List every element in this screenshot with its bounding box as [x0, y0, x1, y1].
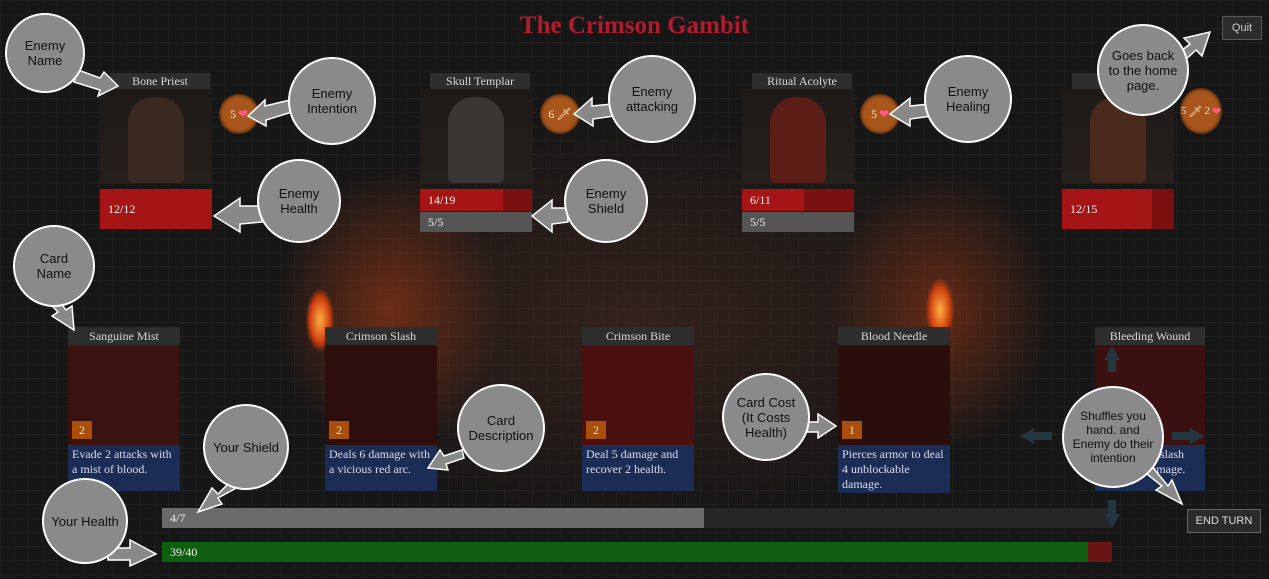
- enemy-name: Bone Priest: [110, 73, 210, 89]
- card-cost: 2: [72, 421, 92, 439]
- enemy-portrait: [420, 89, 532, 184]
- enemy-intent-badge: 5 ❤: [860, 94, 900, 134]
- enemy-intent-badge: 6 🗡: [540, 94, 580, 134]
- enemy-shield-bar: 5/5: [742, 212, 854, 232]
- annotation-enemy-shield: Enemy Shield: [564, 159, 648, 243]
- annotation-enemy-health: Enemy Health: [257, 159, 341, 243]
- card-cost: 2: [586, 421, 606, 439]
- heart-icon: ❤: [878, 106, 890, 121]
- enemy-health-bar: 12/15: [1062, 189, 1174, 229]
- annotation-your-shield: Your Shield: [203, 404, 289, 490]
- quit-button[interactable]: Quit: [1222, 16, 1262, 40]
- annotation-card-cost: Card Cost (It Costs Health): [722, 373, 810, 461]
- annotation-enemy-intention: Enemy Intention: [288, 57, 376, 145]
- game-title: The Crimson Gambit: [519, 12, 750, 39]
- card-name: Sanguine Mist: [68, 327, 180, 345]
- annotation-quit: Goes back to the home page.: [1097, 24, 1189, 116]
- enemy-name: Ritual Acolyte: [752, 73, 852, 89]
- card-name: Crimson Slash: [325, 327, 437, 345]
- annotation-card-name: Card Name: [13, 225, 95, 307]
- card-cost: 2: [329, 421, 349, 439]
- heart-icon: ❤: [1211, 105, 1222, 118]
- card-description: Pierces armor to deal 4 unblockable dama…: [838, 445, 950, 493]
- enemy-health-bar: 14/19: [420, 189, 532, 211]
- annotation-card-description: Card Description: [457, 384, 545, 472]
- annotation-enemy-healing: Enemy Healing: [924, 55, 1012, 143]
- dagger-icon: 🗡: [1188, 105, 1203, 118]
- end-turn-button[interactable]: END TURN: [1187, 509, 1261, 533]
- heart-icon: ❤: [237, 106, 249, 121]
- card-name: Blood Needle: [838, 327, 950, 345]
- enemy-health-bar: 6/11: [742, 189, 854, 211]
- card-description: Deals 6 damage with a vicious red arc.: [325, 445, 437, 491]
- card-name: Crimson Bite: [582, 327, 694, 345]
- annotation-your-health: Your Health: [42, 478, 128, 564]
- enemy-shield-bar: 5/5: [420, 212, 532, 232]
- annotation-end-turn: Shuffles you hand. and Enemy do their in…: [1062, 386, 1164, 488]
- annotation-enemy-name: Enemy Name: [5, 13, 85, 93]
- enemy-name: Skull Templar: [430, 73, 530, 89]
- card-cost: 1: [842, 421, 862, 439]
- player-shield-bar: 4/7: [162, 508, 1112, 528]
- enemy-health-bar: 12/12: [100, 189, 212, 229]
- card-name: Bleeding Wound: [1095, 327, 1205, 345]
- player-health-bar: 39/40: [162, 542, 1112, 562]
- card-description: Deal 5 damage and recover 2 health.: [582, 445, 694, 491]
- enemy-portrait: [100, 89, 212, 184]
- enemy-intent-badge: 5 ❤: [219, 94, 259, 134]
- enemy-portrait: [742, 89, 854, 184]
- annotation-enemy-attacking: Enemy attacking: [608, 55, 696, 143]
- enemy-intent-badge: 5 🗡 2 ❤: [1180, 88, 1222, 134]
- dagger-icon: 🗡: [556, 106, 572, 121]
